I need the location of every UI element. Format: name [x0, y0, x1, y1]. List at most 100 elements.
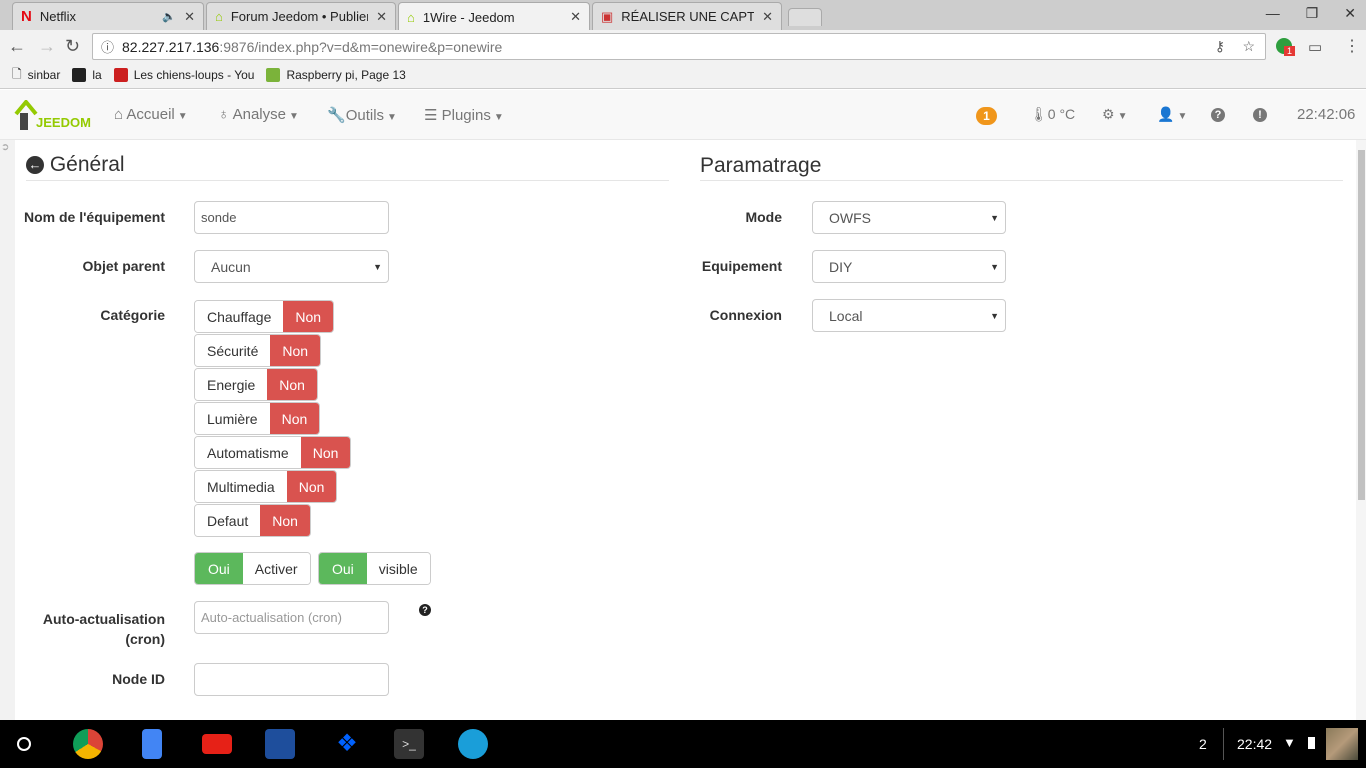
divider [1223, 728, 1224, 760]
help-icon[interactable]: ? [1211, 108, 1225, 122]
alert-icon[interactable]: ! [1253, 108, 1267, 122]
audio-icon[interactable]: 🔈 [162, 10, 176, 23]
window-controls: — ❐ ✕ [1266, 5, 1356, 22]
forum-icon [266, 68, 281, 82]
sidebar-toggle-strip: ➲ [0, 140, 15, 720]
dropdown-arrow-icon: ▼ [990, 261, 999, 272]
reload-icon[interactable]: ↻ [65, 36, 80, 57]
settings-select[interactable]: OWFS ▼ [812, 201, 1006, 234]
extension-icon[interactable]: 1 [1276, 38, 1296, 56]
notification-count[interactable]: 2 [1199, 736, 1207, 752]
category-toggle[interactable]: Defaut Non [194, 504, 311, 537]
star-icon[interactable]: ☆ [1242, 38, 1255, 55]
avatar[interactable] [1326, 728, 1358, 760]
category-toggle[interactable]: Sécurité Non [194, 334, 322, 367]
category-toggle[interactable]: Energie Non [194, 368, 318, 401]
settings-select[interactable]: Local ▼ [812, 299, 1006, 332]
minimize-icon[interactable]: — [1266, 5, 1280, 22]
category-toggle[interactable]: Chauffage Non [194, 300, 335, 333]
divider [700, 180, 1343, 181]
netflix-icon: N [21, 8, 32, 25]
thermometer-icon: 🌡 [1030, 106, 1048, 122]
activate-toggle[interactable]: Oui Activer [194, 552, 311, 585]
help-icon[interactable]: ? [419, 604, 431, 616]
category-toggle[interactable]: Lumière Non [194, 402, 321, 435]
visible-toggle[interactable]: Oui visible [318, 552, 431, 585]
category-toggle[interactable]: Automatisme Non [194, 436, 352, 469]
back-circle-icon[interactable]: ← [26, 156, 44, 174]
wifi-icon[interactable]: ▼ [1283, 735, 1296, 750]
menu-analyse[interactable]: ♁ Analyse ▼ [218, 106, 299, 123]
cron-input[interactable]: Auto-actualisation (cron) [194, 601, 389, 634]
bookmark-youtube[interactable]: Les chiens-loups - You [113, 68, 254, 82]
scrollbar-thumb[interactable] [1358, 150, 1365, 500]
gears-icon: ⚙ [1102, 106, 1115, 122]
bookmarks-bar: 🗋 sinbar la Les chiens-loups - You Raspbe… [0, 62, 1366, 89]
parent-label: Objet parent [82, 258, 165, 274]
launcher-icon[interactable] [17, 737, 31, 751]
terminal-icon[interactable]: >_ [394, 729, 424, 759]
notification-badge[interactable]: 1 [976, 107, 997, 125]
name-input[interactable]: sonde [194, 201, 389, 234]
tab-forum[interactable]: ⌂ Forum Jeedom • Publier ✕ [206, 2, 396, 30]
jeedom-favicon-icon: ⌂ [407, 9, 415, 25]
menu-outils[interactable]: 🔧Outils ▼ [327, 106, 397, 124]
dropdown-arrow-icon: ▼ [373, 261, 382, 272]
user-icon: 👤 [1157, 106, 1175, 122]
info-icon[interactable]: ⓘ [101, 37, 114, 56]
close-tab-icon[interactable]: ✕ [376, 9, 387, 25]
general-title: ← Général [26, 153, 125, 177]
category-label: Catégorie [100, 307, 165, 323]
youtube-app-icon[interactable] [202, 734, 232, 754]
node-id-input[interactable] [194, 663, 389, 696]
bookmark-raspberry[interactable]: Raspberry pi, Page 13 [266, 68, 406, 82]
expand-sidebar-icon[interactable]: ➲ [1, 142, 9, 153]
page-icon: 🗋 [12, 66, 22, 81]
key-icon[interactable]: ⚷ [1215, 38, 1225, 55]
restore-icon[interactable]: ❐ [1306, 5, 1319, 22]
tab-netflix[interactable]: N Netflix 🔈 ✕ [12, 2, 204, 30]
node-id-label: Node ID [112, 671, 165, 687]
close-tab-icon[interactable]: ✕ [184, 9, 195, 25]
clock: 22:42:06 [1297, 106, 1356, 123]
close-window-icon[interactable]: ✕ [1344, 5, 1356, 22]
dropdown-arrow-icon: ▼ [990, 310, 999, 321]
back-icon[interactable]: ← [8, 36, 26, 57]
close-tab-icon[interactable]: ✕ [570, 9, 581, 25]
docs-icon[interactable] [142, 729, 162, 759]
menu-accueil[interactable]: ⌂ Accueil ▼ [114, 106, 188, 123]
settings-label: Equipement [701, 258, 782, 274]
new-tab-button[interactable] [788, 8, 822, 26]
cron-label: Auto-actualisation (cron) [42, 611, 165, 647]
user-menu[interactable]: 👤 ▼ [1157, 106, 1187, 123]
bookmark-la[interactable]: la [72, 68, 102, 82]
jeedom-favicon-icon: ⌂ [215, 9, 223, 24]
onedrive-icon[interactable] [265, 729, 295, 759]
jeedom-logo[interactable]: JEEDOM [14, 98, 91, 132]
tab-1wire[interactable]: ⌂ 1Wire - Jeedom ✕ [398, 2, 590, 31]
settings-label: Mode [745, 209, 782, 225]
divider [26, 180, 669, 181]
parent-select[interactable]: Aucun ▼ [194, 250, 389, 283]
battery-icon[interactable] [1308, 737, 1315, 749]
dropbox-icon[interactable]: ❖ [332, 729, 362, 759]
address-bar[interactable]: ⓘ 82.227.217.136:9876/index.php?v=d&m=on… [92, 33, 1266, 60]
settings-label: Connexion [709, 307, 782, 323]
page-favicon-icon: ▣ [601, 8, 614, 24]
forward-icon[interactable]: → [38, 36, 56, 57]
menu-plugins[interactable]: ☰ Plugins ▼ [424, 106, 504, 124]
close-tab-icon[interactable]: ✕ [762, 9, 773, 25]
files-icon[interactable] [458, 729, 488, 759]
category-toggle[interactable]: Multimedia Non [194, 470, 338, 503]
settings-select[interactable]: DIY ▼ [812, 250, 1006, 283]
temperature: 🌡0 °C [1030, 106, 1076, 122]
settings-menu[interactable]: ⚙ ▼ [1102, 106, 1127, 123]
tab-capture[interactable]: ▣RÉALISER UNE CAPTURE✕ [592, 2, 782, 30]
chrome-icon[interactable] [73, 729, 103, 759]
name-label: Nom de l'équipement [23, 209, 165, 225]
system-clock[interactable]: 22:42 [1237, 736, 1272, 752]
cast-icon[interactable]: ▭ [1308, 38, 1322, 56]
menu-icon[interactable]: ⋮ [1344, 36, 1360, 56]
joomla-icon [72, 68, 87, 82]
bookmark-sinbar[interactable]: 🗋 sinbar [12, 65, 60, 86]
